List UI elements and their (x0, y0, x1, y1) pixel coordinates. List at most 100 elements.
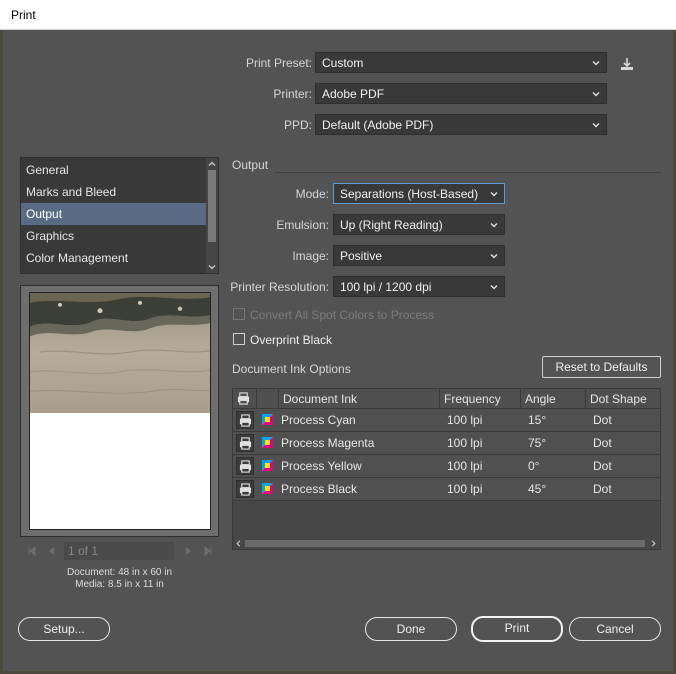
preview-page (29, 292, 211, 530)
preview-pager: 1 of 1 (20, 540, 219, 562)
output-section-title: Output (232, 158, 269, 172)
window-frame-left (0, 30, 3, 674)
column-separator (520, 389, 521, 409)
printer-value: Adobe PDF (322, 87, 385, 101)
title-bar: Print (0, 0, 676, 30)
page-number-field[interactable]: 1 of 1 (64, 542, 174, 560)
chevron-down-icon (592, 122, 600, 128)
scroll-left-icon[interactable] (235, 540, 242, 547)
emulsion-select[interactable]: Up (Right Reading) (333, 214, 505, 235)
ink-angle[interactable]: 0° (528, 459, 539, 473)
print-preset-value: Custom (322, 56, 364, 70)
reset-to-defaults-label: Reset to Defaults (555, 360, 648, 374)
print-ink-toggle[interactable] (236, 411, 254, 429)
ink-frequency[interactable]: 100 lpi (447, 413, 482, 427)
mode-label: Mode: (295, 187, 329, 201)
category-list[interactable]: General Marks and Bleed Output Graphics … (20, 157, 219, 274)
process-ink-swatch-icon (262, 437, 273, 448)
ink-dot-shape: Dot (593, 482, 612, 496)
column-separator (278, 389, 279, 409)
convert-spot-colors-label: Convert All Spot Colors to Process (250, 308, 435, 322)
printer-resolution-value: 100 lpi / 1200 dpi (340, 280, 432, 294)
ink-frequency[interactable]: 100 lpi (447, 436, 482, 450)
chevron-down-icon (592, 60, 600, 66)
ink-row-black[interactable]: Process Black 100 lpi 45° Dot (233, 478, 660, 501)
print-button[interactable]: Print (471, 616, 563, 642)
ink-table-scrollbar[interactable] (233, 538, 660, 549)
reset-to-defaults-button[interactable]: Reset to Defaults (542, 356, 661, 378)
ink-row-yellow[interactable]: Process Yellow 100 lpi 0° Dot (233, 455, 660, 478)
print-ink-toggle[interactable] (236, 434, 254, 452)
ink-angle[interactable]: 45° (528, 482, 546, 496)
image-label: Image: (292, 249, 329, 263)
printer-icon (239, 414, 252, 427)
done-button[interactable]: Done (365, 617, 457, 641)
print-preset-select[interactable]: Custom (315, 52, 607, 73)
overprint-black-checkbox[interactable] (233, 333, 245, 345)
printer-icon (239, 437, 252, 450)
category-item-label: Marks and Bleed (26, 185, 117, 199)
category-list-scrollbar[interactable] (206, 158, 218, 273)
ink-frequency[interactable]: 100 lpi (447, 482, 482, 496)
category-item-color-management[interactable]: Color Management (21, 247, 207, 269)
column-dot-shape[interactable]: Dot Shape (590, 392, 647, 406)
emulsion-label: Emulsion: (276, 218, 329, 232)
scroll-down-icon[interactable] (208, 263, 216, 271)
category-item-general[interactable]: General (21, 159, 207, 181)
printer-icon (239, 483, 252, 496)
ink-row-magenta[interactable]: Process Magenta 100 lpi 75° Dot (233, 432, 660, 455)
cancel-button[interactable]: Cancel (569, 617, 661, 641)
scroll-right-icon[interactable] (650, 540, 657, 547)
printer-resolution-label: Printer Resolution: (230, 280, 329, 294)
column-frequency[interactable]: Frequency (444, 392, 501, 406)
ink-table[interactable]: Document Ink Frequency Angle Dot Shape P… (232, 388, 661, 550)
ink-angle[interactable]: 75° (528, 436, 546, 450)
image-select[interactable]: Positive (333, 245, 505, 266)
print-button-label: Print (504, 621, 530, 635)
printer-icon (239, 460, 252, 473)
category-item-graphics[interactable]: Graphics (21, 225, 207, 247)
setup-button[interactable]: Setup... (18, 617, 110, 641)
chevron-down-icon (490, 284, 498, 290)
ppd-select[interactable]: Default (Adobe PDF) (315, 114, 607, 135)
output-divider (275, 172, 661, 173)
window-title: Print (11, 8, 36, 22)
previous-page-icon[interactable] (46, 545, 58, 557)
scrollbar-thumb[interactable] (245, 540, 645, 547)
ink-angle[interactable]: 15° (528, 413, 546, 427)
ink-dot-shape: Dot (593, 413, 612, 427)
printer-select[interactable]: Adobe PDF (315, 83, 607, 104)
ink-dot-shape: Dot (593, 436, 612, 450)
chevron-down-icon (490, 191, 498, 197)
convert-spot-colors-checkbox[interactable] (233, 308, 245, 320)
ink-name: Process Yellow (281, 459, 362, 473)
column-separator (256, 389, 257, 409)
category-item-output[interactable]: Output (21, 203, 207, 225)
column-document-ink[interactable]: Document Ink (283, 392, 357, 406)
first-page-icon[interactable] (26, 545, 38, 557)
scrollbar-thumb[interactable] (208, 170, 216, 242)
save-preset-icon[interactable] (619, 56, 635, 72)
ink-row-cyan[interactable]: Process Cyan 100 lpi 15° Dot (233, 409, 660, 432)
chevron-down-icon (490, 253, 498, 259)
next-page-icon[interactable] (182, 545, 194, 557)
printer-resolution-select[interactable]: 100 lpi / 1200 dpi (333, 276, 505, 297)
ink-dot-shape: Dot (593, 459, 612, 473)
chevron-down-icon (592, 91, 600, 97)
print-ink-toggle[interactable] (236, 457, 254, 475)
mode-select[interactable]: Separations (Host-Based) (333, 183, 505, 204)
last-page-icon[interactable] (202, 545, 214, 557)
scroll-up-icon[interactable] (208, 160, 216, 168)
category-item-marks-and-bleed[interactable]: Marks and Bleed (21, 181, 207, 203)
ink-frequency[interactable]: 100 lpi (447, 459, 482, 473)
overprint-black-label: Overprint Black (250, 333, 333, 347)
ink-name: Process Cyan (281, 413, 356, 427)
print-ink-toggle[interactable] (236, 480, 254, 498)
category-item-label: Output (26, 207, 63, 221)
setup-button-label: Setup... (43, 622, 85, 636)
process-ink-swatch-icon (262, 414, 273, 425)
printer-icon (237, 392, 250, 405)
category-item-label: Color Management (26, 251, 129, 265)
column-angle[interactable]: Angle (525, 392, 556, 406)
category-item-label: Graphics (26, 229, 75, 243)
